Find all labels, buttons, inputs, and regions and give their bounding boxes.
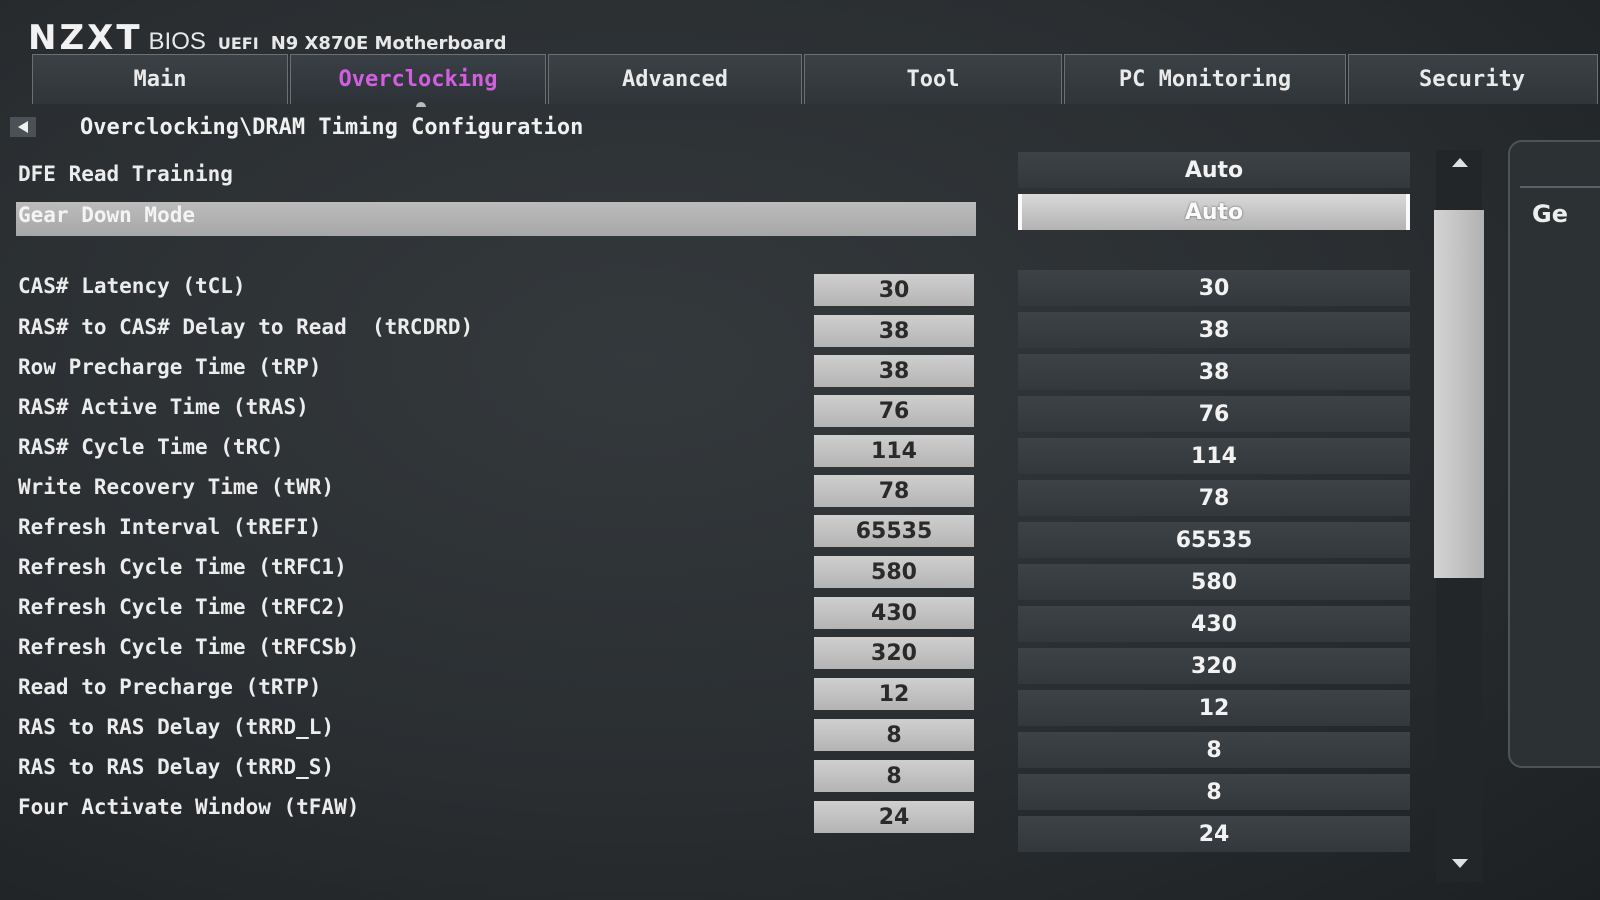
timing-label-twr: Write Recovery Time (tWR) [18,475,335,499]
down-triangle-icon [1452,859,1468,868]
breadcrumb: Overclocking\DRAM Timing Configuration [80,114,584,140]
bios-header: NZXT BIOS UEFI N9 X870E Motherboard [28,18,507,58]
timing-setting-tras[interactable]: 76 [1018,396,1410,432]
tab-tool[interactable]: Tool [804,54,1062,104]
help-panel-text: Ge [1532,200,1568,228]
tab-security[interactable]: Security [1348,54,1598,104]
tab-overclocking[interactable]: Overclocking [290,54,546,104]
uefi-label: UEFI [217,34,259,53]
timing-label-trp: Row Precharge Time (tRP) [18,355,322,379]
tab-bar: Main Overclocking Advanced Tool PC Monit… [32,54,1600,106]
timing-label-trefi: Refresh Interval (tREFI) [18,515,322,539]
timing-label-tras: RAS# Active Time (tRAS) [18,395,309,419]
timing-current-trp: 38 [814,355,974,387]
timing-current-tcl: 30 [814,274,974,306]
timing-label-tfaw: Four Activate Window (tFAW) [18,795,360,819]
back-button[interactable] [10,117,36,137]
timing-label-trrd-s: RAS to RAS Delay (tRRD_S) [18,755,335,779]
scrollbar-thumb[interactable] [1434,210,1484,578]
timing-label-trrd-l: RAS to RAS Delay (tRRD_L) [18,715,335,739]
timing-current-trfc1: 580 [814,556,974,588]
timing-setting-trfcsb[interactable]: 320 [1018,648,1410,684]
help-panel-divider [1520,186,1600,188]
timing-current-tfaw: 24 [814,801,974,833]
timing-current-trfcsb: 320 [814,637,974,669]
timing-current-tras: 76 [814,395,974,427]
scroll-down-button[interactable] [1440,852,1480,876]
timing-label-trfc1: Refresh Cycle Time (tRFC1) [18,555,347,579]
timing-current-twr: 78 [814,475,974,507]
timing-setting-trcdrd[interactable]: 38 [1018,312,1410,348]
nzxt-logo: NZXT [28,18,143,58]
tab-pc-monitoring[interactable]: PC Monitoring [1064,54,1346,104]
timing-label-trfc2: Refresh Cycle Time (tRFC2) [18,595,347,619]
timing-setting-trp[interactable]: 38 [1018,354,1410,390]
timing-setting-trtp[interactable]: 12 [1018,690,1410,726]
breadcrumb-bar: Overclocking\DRAM Timing Configuration [10,110,583,144]
tab-main[interactable]: Main [32,54,288,104]
timing-current-trrd-s: 8 [814,760,974,792]
timing-label-trfcsb: Refresh Cycle Time (tRFCSb) [18,635,360,659]
gear-down-mode-setting[interactable]: Auto [1018,194,1410,230]
timing-current-trefi: 65535 [814,515,974,547]
scroll-up-button[interactable] [1440,150,1480,174]
timing-setting-tcl[interactable]: 30 [1018,270,1410,306]
timing-setting-trrd-s[interactable]: 8 [1018,774,1410,810]
timing-label-trcdrd: RAS# to CAS# Delay to Read (tRCDRD) [18,315,474,339]
timing-setting-tfaw[interactable]: 24 [1018,816,1410,852]
bios-label: BIOS [148,28,206,55]
timing-setting-trfc1[interactable]: 580 [1018,564,1410,600]
timing-setting-trc[interactable]: 114 [1018,438,1410,474]
timing-setting-twr[interactable]: 78 [1018,480,1410,516]
active-tab-indicator [416,102,426,107]
tab-advanced[interactable]: Advanced [548,54,802,104]
board-name: N9 X870E Motherboard [270,33,507,54]
timing-label-trc: RAS# Cycle Time (tRC) [18,435,284,459]
dfe-read-training-setting[interactable]: Auto [1018,152,1410,188]
timing-current-trfc2: 430 [814,597,974,629]
gear-down-mode-label: Gear Down Mode [18,203,196,227]
timing-label-tcl: CAS# Latency (tCL) [18,274,246,298]
dfe-read-training-label: DFE Read Training [18,162,233,186]
timing-current-trtp: 12 [814,678,974,710]
timing-setting-trrd-l[interactable]: 8 [1018,732,1410,768]
timing-current-trc: 114 [814,435,974,467]
timing-setting-trefi[interactable]: 65535 [1018,522,1410,558]
timing-setting-trfc2[interactable]: 430 [1018,606,1410,642]
help-panel [1508,140,1600,768]
timing-current-trcdrd: 38 [814,315,974,347]
timing-current-trrd-l: 8 [814,719,974,751]
up-triangle-icon [1452,158,1468,167]
timing-label-trtp: Read to Precharge (tRTP) [18,675,322,699]
left-triangle-icon [18,121,28,133]
